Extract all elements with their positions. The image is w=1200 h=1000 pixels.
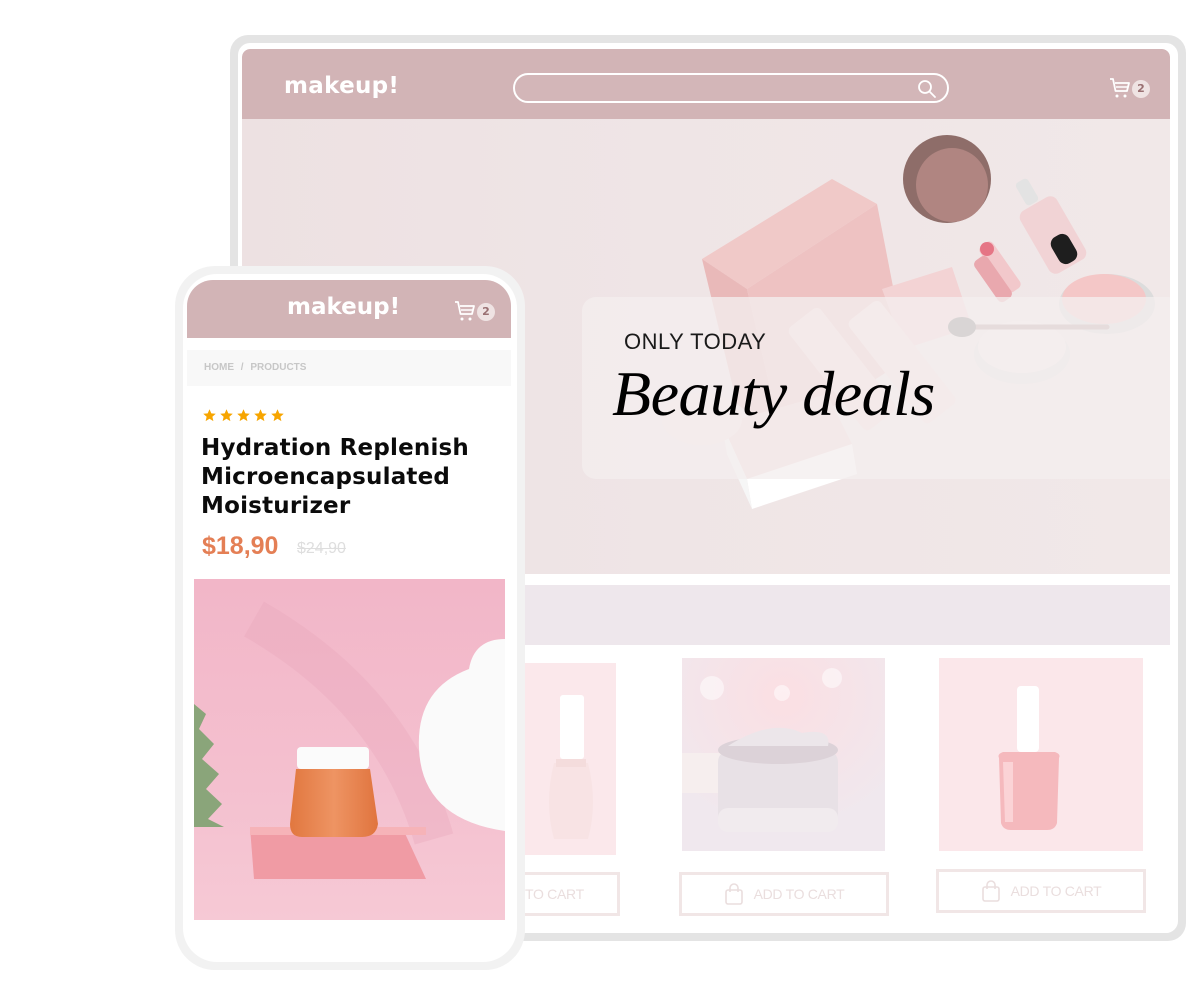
star-icon — [220, 409, 233, 422]
search-input[interactable] — [513, 73, 949, 103]
hero-title: Beauty deals — [612, 358, 935, 429]
breadcrumb: HOME / PRODUCTS — [187, 350, 511, 386]
cream-jar-icon — [682, 658, 885, 851]
nail-polish-icon — [549, 695, 593, 839]
site-logo[interactable]: makeup! — [287, 294, 400, 320]
rating-stars — [202, 408, 285, 423]
product-old-price: $24,90 — [297, 540, 346, 557]
add-to-cart-label: ADD TO CART — [1010, 883, 1102, 899]
cart-count-badge: 2 — [1132, 80, 1150, 98]
cart-count-badge: 2 — [477, 303, 495, 321]
breadcrumb-products[interactable]: PRODUCTS — [250, 362, 306, 373]
add-to-cart-button[interactable]: ADD TO CART — [679, 872, 889, 916]
star-icon — [237, 409, 250, 422]
desktop-header: makeup! 2 — [242, 49, 1170, 119]
product-title: Hydration Replenish Microencapsulated Mo… — [201, 435, 470, 519]
cart-button[interactable]: 2 — [1108, 75, 1152, 101]
star-icon — [271, 409, 284, 422]
search-icon[interactable] — [917, 79, 937, 99]
cart-icon — [1110, 78, 1130, 98]
shopping-bag-icon — [724, 883, 743, 905]
product-price: $18,90 — [202, 532, 279, 560]
mobile-screen: makeup! 2 HOME / PRODUCTS Hydration Repl… — [183, 274, 517, 962]
star-icon — [254, 409, 267, 422]
add-to-cart-label: ADD TO CART — [753, 886, 845, 902]
hero-kicker: ONLY TODAY — [624, 329, 767, 354]
shopping-bag-icon — [981, 880, 1000, 902]
hero-text-card: ONLY TODAY Beauty deals — [582, 297, 1170, 479]
product-image-cream-jar[interactable] — [682, 658, 885, 851]
breadcrumb-home[interactable]: HOME — [204, 362, 234, 373]
mobile-phone-mockup: makeup! 2 HOME / PRODUCTS Hydration Repl… — [175, 266, 525, 970]
cart-icon — [455, 301, 475, 321]
product-image-moisturizer[interactable] — [194, 579, 505, 920]
cart-button[interactable]: 2 — [453, 298, 497, 324]
add-to-cart-label: TO CART — [525, 886, 584, 902]
add-to-cart-button[interactable]: ADD TO CART — [936, 869, 1146, 913]
mobile-header: makeup! 2 — [187, 280, 511, 338]
nail-polish-icon — [998, 686, 1060, 830]
site-logo[interactable]: makeup! — [284, 73, 399, 99]
moisturizer-jar-icon — [194, 579, 505, 920]
product-image-nail-polish-white[interactable] — [524, 663, 616, 855]
star-icon — [203, 409, 216, 422]
product-image-nail-polish-pink[interactable] — [939, 658, 1143, 851]
breadcrumb-separator: / — [240, 362, 244, 373]
